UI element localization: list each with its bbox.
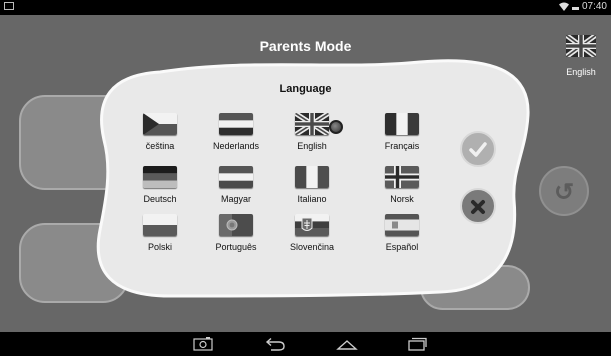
language-option-polski[interactable]: Polski <box>130 214 190 252</box>
language-label: Norsk <box>390 194 414 204</box>
language-option-portugues[interactable]: Português <box>206 214 266 252</box>
language-option-cestina[interactable]: čeština <box>130 113 190 151</box>
language-label: Português <box>215 242 257 252</box>
language-option-slovencina[interactable]: Slovenčina <box>282 214 342 252</box>
back-icon[interactable] <box>264 337 286 351</box>
german-flag-icon <box>143 166 177 188</box>
language-option-espanol[interactable]: Español <box>372 214 432 252</box>
language-label: Nederlands <box>212 141 260 151</box>
language-option-italiano[interactable]: Italiano <box>282 166 342 204</box>
language-option-francais[interactable]: Français <box>372 113 432 151</box>
checkmark-icon <box>469 142 487 157</box>
language-label: Magyar <box>220 194 251 204</box>
recent-apps-icon[interactable] <box>407 337 427 351</box>
uk-flag-icon <box>295 113 329 135</box>
spanish-flag-icon <box>385 214 419 236</box>
language-option-deutsch[interactable]: Deutsch <box>130 166 190 204</box>
language-label: Français <box>384 141 420 151</box>
norwegian-flag-icon <box>385 166 419 188</box>
cancel-button[interactable] <box>460 188 496 224</box>
italian-flag-icon <box>295 166 329 188</box>
dutch-flag-icon <box>219 113 253 135</box>
language-option-nederlands[interactable]: Nederlands <box>206 113 266 151</box>
slovak-flag-icon <box>295 214 329 236</box>
language-option-english[interactable]: English <box>282 113 343 151</box>
language-label: Español <box>385 242 419 252</box>
navigation-bar <box>0 332 611 356</box>
polish-flag-icon <box>143 214 177 236</box>
dialog-title: Language <box>279 83 332 95</box>
camera-icon[interactable] <box>193 337 213 351</box>
language-option-norsk[interactable]: Norsk <box>372 166 432 204</box>
french-flag-icon <box>385 113 419 135</box>
close-icon <box>471 200 485 214</box>
confirm-button[interactable] <box>460 131 496 167</box>
language-label: English <box>297 141 327 151</box>
language-option-magyar[interactable]: Magyar <box>206 166 266 204</box>
language-label: Italiano <box>297 194 327 204</box>
language-label: čeština <box>145 141 175 151</box>
language-label: Polski <box>147 242 172 252</box>
language-label: Deutsch <box>143 194 177 204</box>
czech-flag-icon <box>143 113 177 135</box>
hungarian-flag-icon <box>219 166 253 188</box>
home-icon[interactable] <box>336 337 358 351</box>
portuguese-flag-icon <box>219 214 253 236</box>
language-label: Slovenčina <box>289 242 335 252</box>
selected-indicator <box>329 120 343 134</box>
